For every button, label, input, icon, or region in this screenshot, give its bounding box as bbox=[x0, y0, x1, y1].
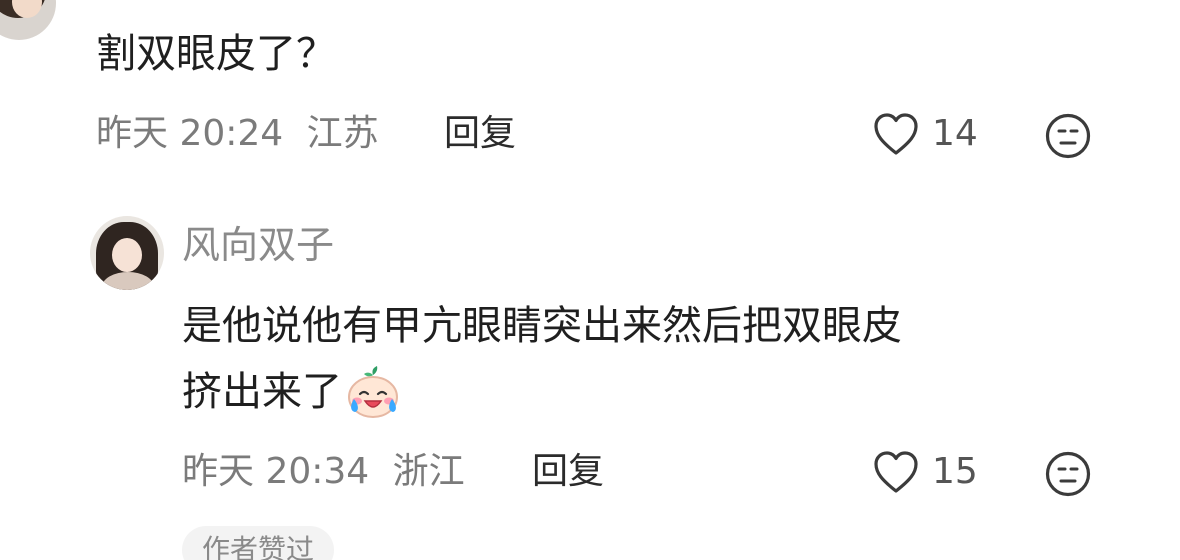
reply-author-name[interactable]: 风向双子 bbox=[182, 220, 334, 270]
neutral-face-icon bbox=[1045, 113, 1091, 159]
crying-laughing-sticker bbox=[348, 366, 398, 418]
comment-location: 江苏 bbox=[306, 113, 379, 154]
reply-text-line2: 挤出来了 bbox=[182, 364, 402, 420]
dislike-button[interactable] bbox=[1044, 450, 1092, 502]
comment-time: 昨天 20:24 bbox=[96, 113, 284, 154]
reply-author-avatar[interactable] bbox=[90, 216, 164, 290]
reply-text-line1: 是他说他有甲亢眼睛突出来然后把双眼皮 bbox=[182, 303, 902, 349]
dislike-button[interactable] bbox=[1044, 112, 1092, 164]
comment-thread: 割双眼皮了？ 昨天 20:24 江苏 回复 14 风向双子 是他说他有甲亢眼睛突… bbox=[0, 0, 1180, 560]
reply-meta: 昨天 20:34 浙江 bbox=[182, 450, 465, 494]
comment-meta: 昨天 20:24 江苏 bbox=[96, 112, 379, 156]
like-button[interactable]: 14 bbox=[872, 112, 978, 156]
heart-outline-icon bbox=[874, 451, 918, 493]
like-count: 15 bbox=[932, 451, 978, 492]
neutral-face-icon bbox=[1045, 451, 1091, 497]
reply-button[interactable]: 回复 bbox=[532, 450, 604, 494]
reply-time: 昨天 20:34 bbox=[182, 451, 370, 492]
reply-text-line2-label: 挤出来了 bbox=[182, 369, 342, 415]
reply-button[interactable]: 回复 bbox=[444, 112, 516, 156]
author-liked-badge: 作者赞过 bbox=[182, 526, 335, 560]
reply-location: 浙江 bbox=[392, 451, 465, 492]
like-button[interactable]: 15 bbox=[872, 450, 978, 494]
comment-text: 割双眼皮了？ bbox=[96, 31, 336, 77]
commenter-avatar[interactable] bbox=[0, 0, 56, 40]
like-count: 14 bbox=[932, 113, 978, 154]
heart-outline-icon bbox=[874, 113, 918, 155]
